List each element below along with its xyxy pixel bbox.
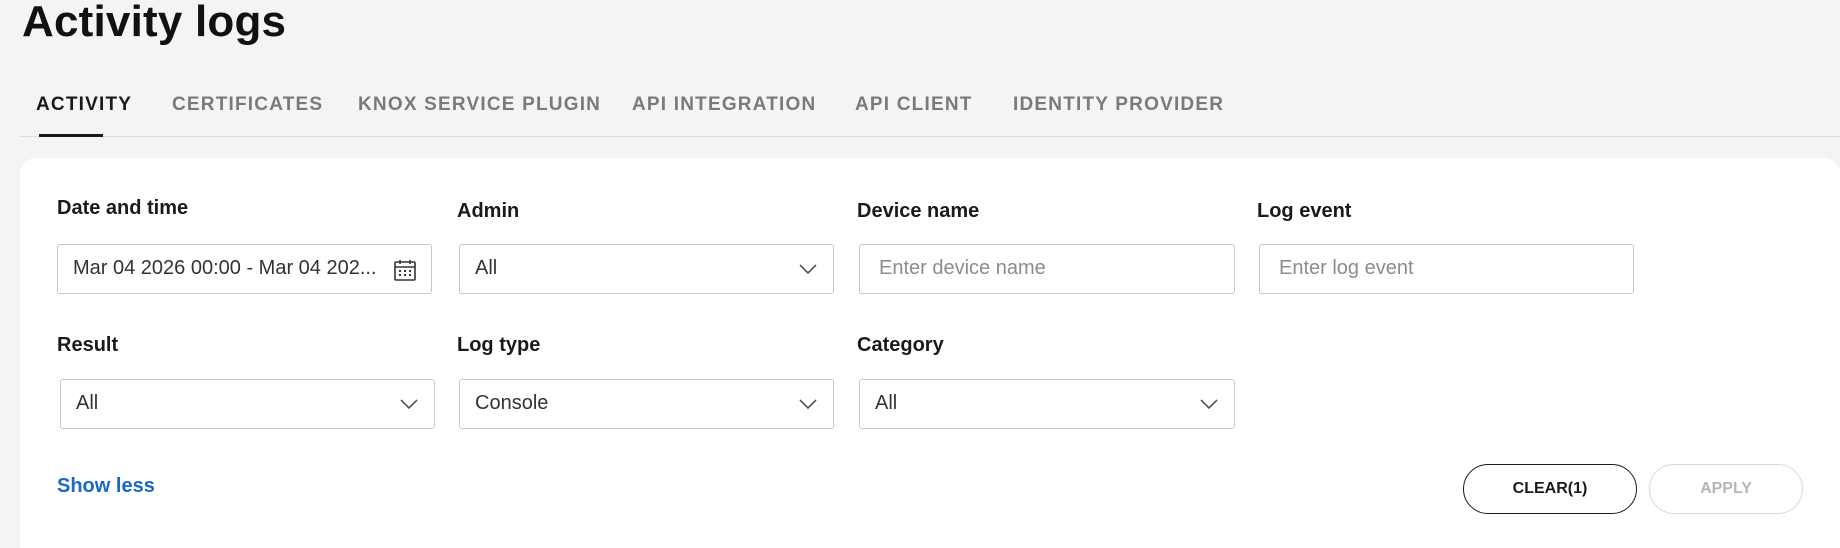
admin-label: Admin [457, 200, 520, 222]
apply-button[interactable]: APPLY [1649, 464, 1803, 514]
result-select[interactable]: All [60, 379, 435, 429]
tab-identity-provider[interactable]: IDENTITY PROVIDER [1013, 94, 1224, 116]
device-name-label: Device name [857, 200, 980, 222]
clear-button[interactable]: CLEAR(1) [1463, 464, 1637, 514]
category-value: All [875, 392, 898, 414]
tab-api-integration[interactable]: API INTEGRATION [632, 94, 816, 116]
tab-bar: ACTIVITY CERTIFICATES KNOX SERVICE PLUGI… [20, 82, 1840, 137]
result-value: All [76, 392, 99, 414]
date-time-picker[interactable]: Mar 04 2026 00:00 - Mar 04 202... [57, 244, 432, 294]
tab-certificates[interactable]: CERTIFICATES [172, 94, 323, 116]
result-label: Result [57, 334, 119, 356]
category-label: Category [857, 334, 944, 356]
device-name-input[interactable] [877, 256, 1221, 281]
log-type-select[interactable]: Console [459, 379, 834, 429]
calendar-icon[interactable] [393, 258, 417, 282]
log-event-input[interactable] [1277, 256, 1621, 281]
tab-api-client[interactable]: API CLIENT [855, 94, 973, 116]
show-less-link[interactable]: Show less [57, 475, 155, 498]
active-tab-indicator [39, 134, 103, 137]
date-time-value: Mar 04 2026 00:00 - Mar 04 202... [73, 257, 377, 279]
log-type-label: Log type [457, 334, 541, 356]
log-event-field[interactable] [1259, 244, 1634, 294]
date-time-label: Date and time [57, 197, 189, 219]
tab-activity[interactable]: ACTIVITY [36, 94, 132, 116]
device-name-field[interactable] [859, 244, 1235, 294]
category-select[interactable]: All [859, 379, 1235, 429]
chevron-down-icon [400, 399, 418, 410]
chevron-down-icon [1200, 399, 1218, 410]
log-event-label: Log event [1257, 200, 1352, 222]
log-type-value: Console [475, 392, 549, 414]
page-title: Activity logs [22, 0, 287, 46]
admin-value: All [475, 257, 498, 279]
chevron-down-icon [799, 399, 817, 410]
chevron-down-icon [799, 264, 817, 275]
admin-select[interactable]: All [459, 244, 834, 294]
tab-knox-service-plugin[interactable]: KNOX SERVICE PLUGIN [358, 94, 601, 116]
